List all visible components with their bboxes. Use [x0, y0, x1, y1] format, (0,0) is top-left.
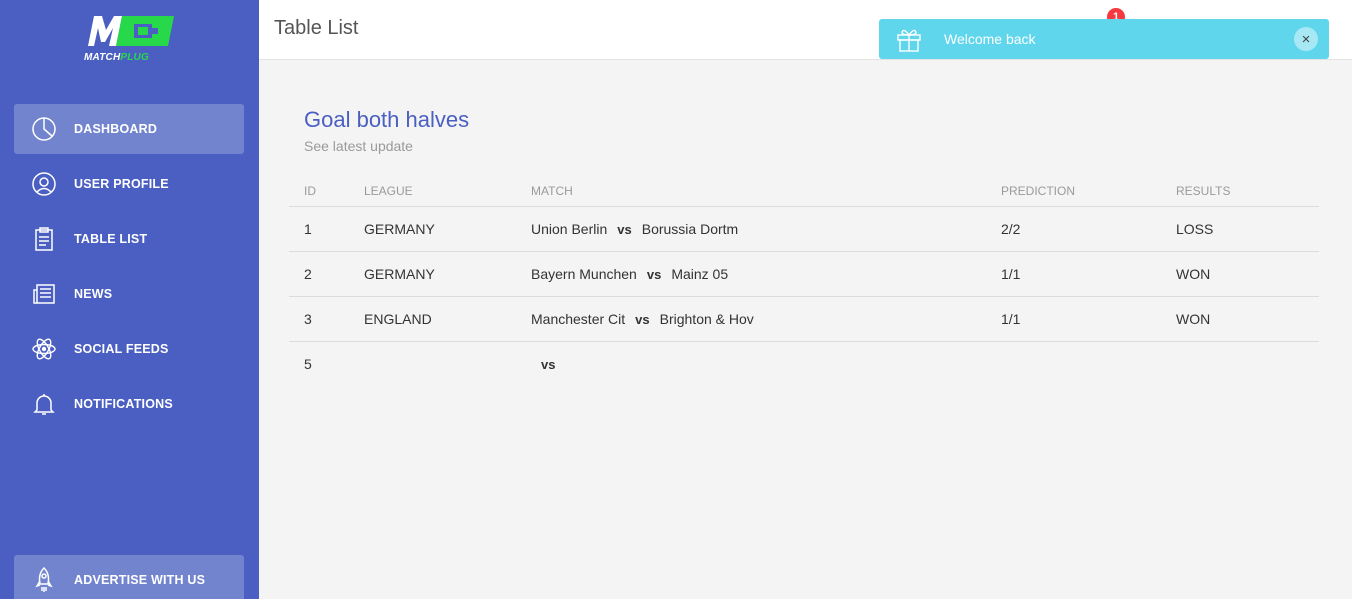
- predictions-table: ID LEAGUE MATCH PREDICTION RESULTS 1 GER…: [289, 176, 1319, 386]
- cell-prediction: 1/1: [986, 251, 1161, 297]
- sidebar: MATCHPLUG DASHBOARD USER PROFILE TABLE L…: [0, 0, 259, 599]
- sidebar-item-news[interactable]: NEWS: [14, 269, 244, 319]
- away-team: Mainz 05: [671, 265, 729, 282]
- cell-league: GERMANY: [349, 251, 516, 297]
- bell-icon: [29, 389, 59, 419]
- logo-wordmark: MATCHPLUG: [84, 52, 149, 63]
- cell-result: [1161, 341, 1319, 386]
- cell-prediction: 1/1: [986, 296, 1161, 342]
- cell-result: LOSS: [1161, 206, 1319, 252]
- sidebar-item-label: NOTIFICATIONS: [74, 397, 173, 411]
- pie-chart-icon: [29, 114, 59, 144]
- card-subtitle: See latest update: [304, 138, 413, 154]
- cell-match: Manchester Cit vs Brighton & Hov: [516, 296, 986, 342]
- vs-label: vs: [617, 221, 632, 237]
- clipboard-icon: [29, 224, 59, 254]
- gift-icon: [897, 29, 921, 52]
- away-team: Brighton & Hov: [659, 310, 754, 327]
- cell-result: WON: [1161, 251, 1319, 297]
- cell-prediction: [986, 341, 1161, 386]
- sidebar-nav: DASHBOARD USER PROFILE TABLE LIST NEWS S…: [14, 104, 244, 434]
- away-team: Borussia Dortm: [641, 220, 739, 237]
- cell-id: 5: [304, 355, 312, 372]
- home-team: Bayern Munchen: [531, 265, 637, 282]
- sidebar-item-dashboard[interactable]: DASHBOARD: [14, 104, 244, 154]
- page-title: Table List: [274, 17, 359, 39]
- close-icon[interactable]: ×: [1294, 27, 1318, 51]
- column-header-match: MATCH: [516, 176, 986, 207]
- sidebar-item-table-list[interactable]: TABLE LIST: [14, 214, 244, 264]
- advertise-label: ADVERTISE WITH US: [74, 573, 206, 587]
- vs-label: vs: [541, 356, 556, 372]
- advertise-button[interactable]: ADVERTISE WITH US: [14, 555, 244, 599]
- cell-league: GERMANY: [349, 206, 516, 252]
- toast-message: Welcome back: [944, 31, 1036, 47]
- home-team: Union Berlin: [531, 220, 608, 237]
- cell-result: WON: [1161, 296, 1319, 342]
- sidebar-item-label: DASHBOARD: [74, 122, 158, 136]
- cell-id: 3: [289, 296, 349, 342]
- cell-league: ENGLAND: [349, 296, 516, 342]
- table-row: 2 GERMANY Bayern Munchen vs Mainz 05 1/1 W…: [289, 251, 1319, 297]
- cell-id: 1: [289, 206, 349, 252]
- cell-league: [349, 341, 516, 386]
- sidebar-item-user-profile[interactable]: USER PROFILE: [14, 159, 244, 209]
- cell-match: Union Berlin vs Borussia Dortm: [516, 206, 986, 252]
- welcome-toast: Welcome back ×: [879, 19, 1329, 59]
- sidebar-item-notifications[interactable]: NOTIFICATIONS: [14, 379, 244, 429]
- vs-label: vs: [635, 311, 650, 327]
- cell-match: vs: [516, 341, 986, 386]
- sidebar-item-label: USER PROFILE: [74, 177, 169, 191]
- sidebar-item-label: SOCIAL FEEDS: [74, 342, 169, 356]
- column-header-league: LEAGUE: [349, 176, 516, 207]
- vs-label: vs: [646, 266, 662, 282]
- home-team: Manchester Cit: [531, 310, 626, 327]
- user-icon: [29, 169, 59, 199]
- table-row: 3 ENGLAND Manchester Cit vs Brighton & Hov…: [289, 296, 1319, 342]
- sidebar-item-label: NEWS: [74, 287, 113, 301]
- table-header-row: ID LEAGUE MATCH PREDICTION RESULTS: [289, 176, 1319, 207]
- sidebar-item-label: TABLE LIST: [74, 232, 148, 246]
- column-header-results: RESULTS: [1161, 176, 1319, 207]
- cell-id: 2: [289, 251, 349, 297]
- newspaper-icon: [29, 279, 59, 309]
- cell-match: Bayern Munchen vs Mainz 05: [516, 251, 986, 297]
- sidebar-item-social-feeds[interactable]: SOCIAL FEEDS: [14, 324, 244, 374]
- rocket-icon: [29, 565, 59, 595]
- cell-prediction: 2/2: [986, 206, 1161, 252]
- card-title: Goal both halves: [304, 107, 470, 132]
- table-row: 5 vs: [289, 341, 1319, 386]
- column-header-id: ID: [289, 176, 349, 207]
- atom-icon: [29, 334, 59, 364]
- column-header-prediction: PREDICTION: [986, 176, 1161, 207]
- table-row: 1 GERMANY Union Berlin vs Borussia Dortm 2…: [289, 206, 1319, 252]
